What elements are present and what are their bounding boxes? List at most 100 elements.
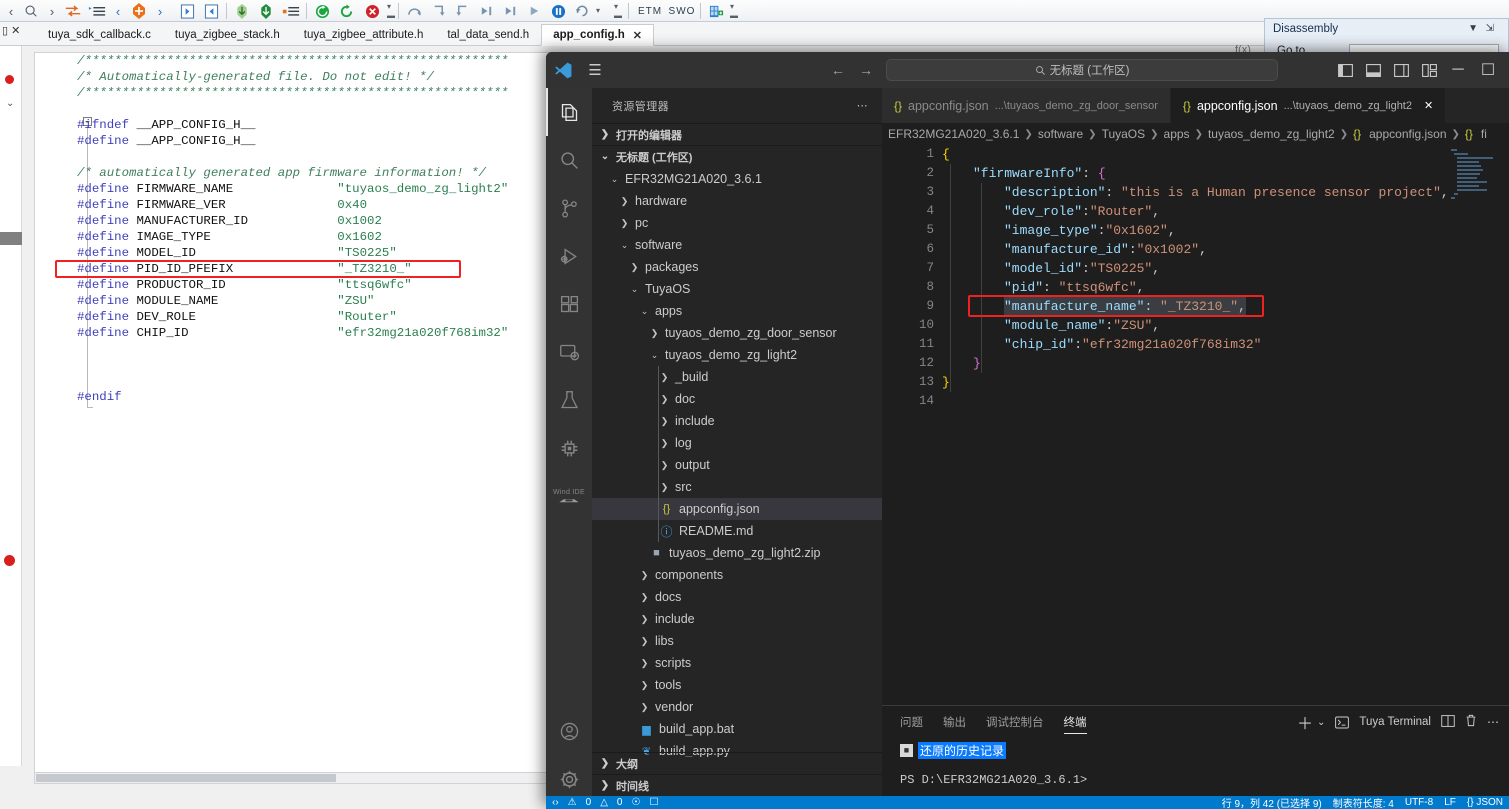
back-arrow-icon[interactable]: ‹: [2, 1, 20, 21]
tree-folder[interactable]: ❯ components: [592, 564, 882, 586]
indent-list-icon[interactable]: [86, 1, 108, 21]
tree-folder[interactable]: ❯ output: [592, 454, 882, 476]
breadcrumb-item[interactable]: appconfig.json: [1369, 127, 1446, 141]
toolbar-overflow3-icon[interactable]: ▾: [730, 2, 734, 11]
json-editor[interactable]: 1{2 "firmwareInfo": {3 "description": "thi…: [882, 145, 1509, 705]
studio-h-scrollbar[interactable]: [34, 772, 554, 784]
terminal-body[interactable]: ■ 还原的历史记录 PS D:\EFR32MG21A020_3.6.1>: [900, 738, 1509, 796]
activity-extensions[interactable]: [546, 280, 592, 328]
stop-red-icon[interactable]: [362, 1, 382, 21]
breadcrumb-item[interactable]: fi: [1481, 127, 1487, 141]
studio-tab[interactable]: tuya_sdk_callback.c: [36, 24, 163, 46]
step-instruction-icon[interactable]: [500, 1, 520, 21]
activity-remote-explorer[interactable]: [546, 328, 592, 376]
tree-folder[interactable]: ⌄ apps: [592, 300, 882, 322]
tree-folder[interactable]: ❯ src: [592, 476, 882, 498]
chevron-down-icon[interactable]: ⌄: [638, 306, 651, 317]
chevron-right-icon[interactable]: ❯: [638, 636, 651, 647]
new-terminal-button[interactable]: ＋: [1297, 710, 1313, 734]
activity-source-control[interactable]: [546, 184, 592, 232]
prev-icon[interactable]: ‹: [110, 1, 126, 21]
activity-wind-ide[interactable]: Wind IDE: [546, 472, 592, 520]
status-bar-item[interactable]: UTF-8: [1405, 797, 1433, 808]
tree-folder[interactable]: ❯ tuyaos_demo_zg_door_sensor: [592, 322, 882, 344]
workspace-section[interactable]: ⌄ 无标题 (工作区): [592, 145, 882, 167]
tree-folder[interactable]: ❯ log: [592, 432, 882, 454]
split-terminal-icon[interactable]: [1441, 714, 1455, 730]
chevron-right-icon[interactable]: ❯: [658, 460, 671, 471]
minimize-button[interactable]: ─: [1443, 52, 1473, 88]
chevron-down-icon[interactable]: ▾: [596, 6, 600, 15]
chevron-right-icon[interactable]: ❯: [638, 592, 651, 603]
breadcrumb-item[interactable]: TuyaOS: [1102, 127, 1146, 141]
tree-folder[interactable]: ⌄ EFR32MG21A020_3.6.1: [592, 168, 882, 190]
studio-tab[interactable]: app_config.h ✕: [541, 24, 654, 46]
activity-accounts[interactable]: [546, 707, 592, 755]
editor-tab[interactable]: {} appconfig.json ...\tuyaos_demo_zg_light…: [1170, 88, 1447, 123]
disassembly-pin-icon[interactable]: ⇲: [1486, 23, 1494, 34]
nav-forward-icon[interactable]: →: [859, 62, 873, 78]
studio-tab-close-icon[interactable]: ✕: [633, 29, 642, 42]
panel-tab[interactable]: 终端: [1063, 706, 1087, 738]
sidebar-section[interactable]: ❯ 时间线: [592, 774, 882, 796]
rail-chevron-icon[interactable]: ⌄: [6, 98, 14, 109]
download-dark-icon[interactable]: [256, 1, 276, 21]
studio-tab[interactable]: tal_data_send.h: [435, 24, 541, 46]
bell-icon[interactable]: ☉: [631, 797, 640, 808]
debug-drop-icon[interactable]: [128, 1, 150, 21]
activity-search[interactable]: [546, 136, 592, 184]
tree-folder[interactable]: ❯ docs: [592, 586, 882, 608]
tree-folder[interactable]: ❯ tools: [592, 674, 882, 696]
tree-file[interactable]: ▆ build_app.bat: [592, 718, 882, 740]
status-bar-item[interactable]: 制表符长度: 4: [1333, 796, 1394, 809]
maximize-button[interactable]: ☐: [1473, 52, 1503, 88]
chevron-down-icon[interactable]: ⌄: [648, 350, 661, 361]
step-into-icon[interactable]: [428, 1, 448, 21]
forward-arrow-icon[interactable]: ›: [44, 1, 60, 21]
studio-tab[interactable]: tuya_zigbee_attribute.h: [292, 24, 436, 46]
tree-folder[interactable]: ❯ _build: [592, 366, 882, 388]
studio-tab[interactable]: tuya_zigbee_stack.h: [163, 24, 292, 46]
tree-file[interactable]: ⓘ README.md: [592, 520, 882, 542]
tree-folder[interactable]: ⌄ tuyaos_demo_zg_light2: [592, 344, 882, 366]
step-right-icon[interactable]: [200, 1, 222, 21]
pause-icon[interactable]: [548, 1, 568, 21]
chevron-right-icon[interactable]: ❯: [638, 680, 651, 691]
transfer-icon[interactable]: [62, 1, 84, 21]
chevron-right-icon[interactable]: ❯: [658, 438, 671, 449]
activity-testing[interactable]: [546, 376, 592, 424]
remote-icon[interactable]: ‹›: [552, 797, 559, 808]
studio-breakpoint-rail[interactable]: ⌄: [0, 46, 22, 766]
panel-tab[interactable]: 调试控制台: [986, 706, 1044, 738]
screencast-icon[interactable]: ☐: [649, 797, 658, 808]
chevron-right-icon[interactable]: ❯: [658, 372, 671, 383]
status-bar-item[interactable]: 行 9，列 42 (已选择 9): [1222, 796, 1322, 809]
toggle-panel-icon[interactable]: [1359, 52, 1387, 88]
activity-run-debug[interactable]: [546, 232, 592, 280]
step-left-icon[interactable]: [176, 1, 198, 21]
chevron-right-icon[interactable]: ❯: [618, 196, 631, 207]
memory-icon[interactable]: [706, 1, 726, 21]
tree-folder[interactable]: ❯ include: [592, 410, 882, 432]
tree-folder[interactable]: ❯ scripts: [592, 652, 882, 674]
explorer-more-icon[interactable]: ⋯: [857, 99, 868, 112]
tree-folder[interactable]: ❯ include: [592, 608, 882, 630]
studio-code-editor[interactable]: − 1/************************************…: [34, 52, 554, 778]
chevron-right-icon[interactable]: ❯: [638, 658, 651, 669]
toggle-secondary-sidebar-icon[interactable]: [1387, 52, 1415, 88]
breadcrumb-item[interactable]: EFR32MG21A020_3.6.1: [888, 127, 1019, 141]
chevron-down-icon[interactable]: ⌄: [628, 284, 641, 295]
customize-layout-icon[interactable]: [1415, 52, 1443, 88]
chevron-right-icon[interactable]: ❯: [658, 482, 671, 493]
breadcrumb-item[interactable]: apps: [1164, 127, 1190, 141]
list-run-icon[interactable]: [280, 1, 302, 21]
editor-tab[interactable]: {} appconfig.json ...\tuyaos_demo_zg_door_…: [882, 88, 1171, 123]
chevron-down-icon[interactable]: ⌄: [618, 240, 631, 251]
next-icon[interactable]: ›: [152, 1, 168, 21]
tree-folder[interactable]: ❯ doc: [592, 388, 882, 410]
chevron-right-icon[interactable]: ❯: [638, 702, 651, 713]
studio-pin-close[interactable]: ▯ ✕: [2, 24, 20, 37]
toggle-primary-sidebar-icon[interactable]: [1331, 52, 1359, 88]
chevron-right-icon[interactable]: ❯: [638, 614, 651, 625]
tree-folder[interactable]: ❯ packages: [592, 256, 882, 278]
